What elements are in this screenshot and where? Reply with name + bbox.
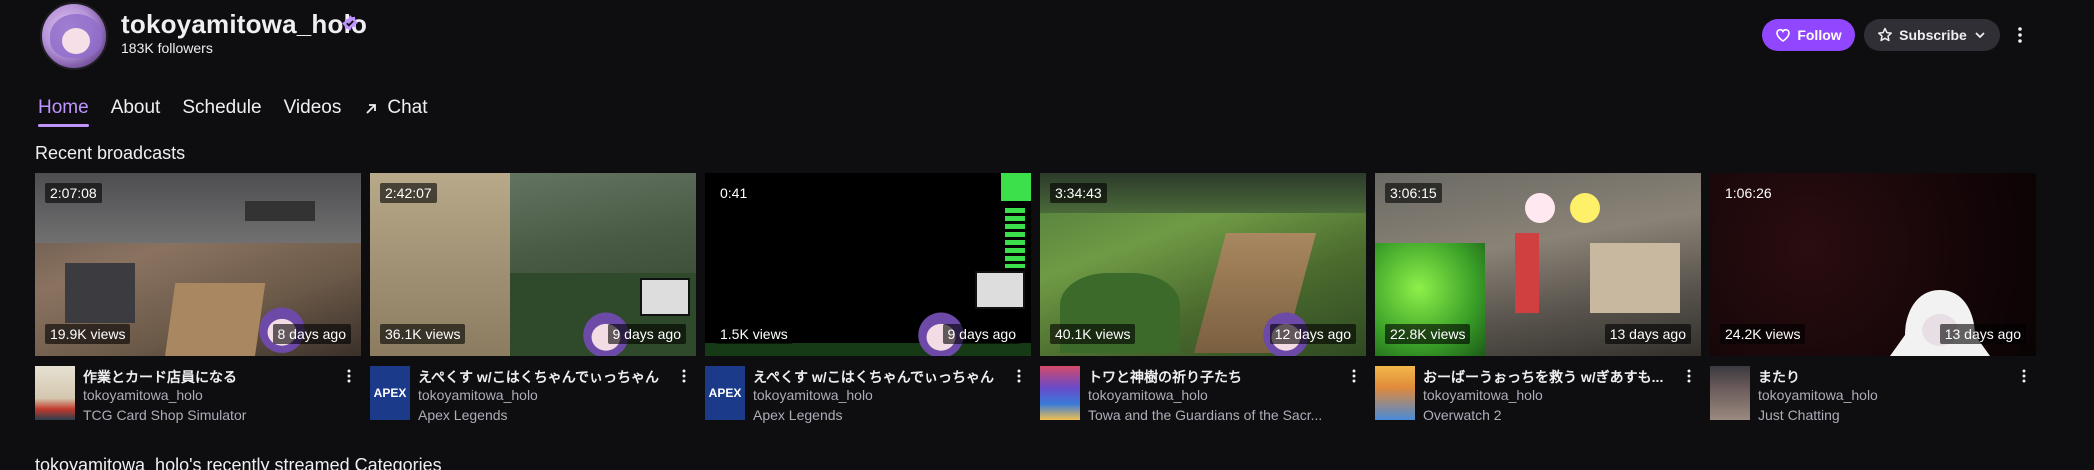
video-card[interactable]: 3:06:15 22.8K views 13 days ago おーばーうぉっち… xyxy=(1375,173,1701,433)
channel-nav: Home About Schedule Videos Chat xyxy=(38,97,449,133)
duration-badge: 2:07:08 xyxy=(45,183,102,203)
video-card[interactable]: 2:07:08 19.9K views 8 days ago 作業とカード店員に… xyxy=(35,173,361,433)
vertical-ellipsis-icon xyxy=(1687,369,1691,383)
tab-chat[interactable]: Chat xyxy=(363,97,427,131)
card-more-button[interactable] xyxy=(1009,365,1029,387)
video-channel[interactable]: tokoyamitowa_holo xyxy=(418,387,538,403)
tab-home[interactable]: Home xyxy=(38,97,89,131)
duration-badge: 3:34:43 xyxy=(1050,183,1107,203)
tab-schedule-label: Schedule xyxy=(182,97,262,118)
date-badge: 13 days ago xyxy=(1939,324,2026,344)
duration-badge: 1:06:26 xyxy=(1725,185,1772,201)
vertical-ellipsis-icon xyxy=(1017,369,1021,383)
vertical-ellipsis-icon xyxy=(347,369,351,383)
video-title[interactable]: またり xyxy=(1758,367,2008,387)
subscribe-label: Subscribe xyxy=(1899,27,1967,43)
chevron-down-icon xyxy=(1975,32,1985,39)
vertical-ellipsis-icon xyxy=(2018,27,2022,43)
date-badge: 9 days ago xyxy=(942,324,1021,344)
card-more-button[interactable] xyxy=(1344,365,1364,387)
video-channel[interactable]: tokoyamitowa_holo xyxy=(1758,387,1878,403)
views-badge: 40.1K views xyxy=(1050,324,1136,344)
date-badge: 8 days ago xyxy=(272,324,351,344)
duration-badge: 3:06:15 xyxy=(1385,183,1442,203)
video-channel[interactable]: tokoyamitowa_holo xyxy=(1088,387,1208,403)
video-card[interactable]: 0:41 1.5K views 9 days ago APEX えぺくす w/こ… xyxy=(705,173,1031,433)
views-badge: 24.2K views xyxy=(1720,324,1806,344)
views-badge: 19.9K views xyxy=(45,324,131,344)
tab-about-label: About xyxy=(110,97,161,118)
video-title[interactable]: おーばーうぉっちを救う w/ぎあすも... xyxy=(1423,367,1673,387)
vertical-ellipsis-icon xyxy=(682,369,686,383)
video-channel[interactable]: tokoyamitowa_holo xyxy=(83,387,203,403)
video-category[interactable]: Apex Legends xyxy=(753,407,1023,423)
recent-broadcasts-row: 2:07:08 19.9K views 8 days ago 作業とカード店員に… xyxy=(35,173,2036,433)
video-card[interactable]: 2:42:07 36.1K views 9 days ago APEX えぺくす… xyxy=(370,173,696,433)
section-title-recent: Recent broadcasts xyxy=(35,143,186,163)
video-card[interactable]: 3:34:43 40.1K views 12 days ago トワと神樹の祈り… xyxy=(1040,173,1366,433)
vertical-ellipsis-icon xyxy=(1352,369,1356,383)
video-category[interactable]: Overwatch 2 xyxy=(1423,407,1693,423)
star-icon xyxy=(1878,27,1893,42)
follower-count: 183K followers xyxy=(121,40,213,56)
category-thumbnail[interactable] xyxy=(1710,366,1750,420)
category-thumbnail[interactable]: APEX xyxy=(370,366,410,420)
category-thumbnail[interactable] xyxy=(35,366,75,420)
video-card[interactable]: 1:06:26 24.2K views 13 days ago またり toko… xyxy=(1710,173,2036,433)
card-more-button[interactable] xyxy=(674,365,694,387)
heart-icon xyxy=(1776,29,1791,42)
views-badge: 22.8K views xyxy=(1385,324,1471,344)
channel-header: tokoyamitowa_holo 183K followers Follow … xyxy=(0,0,2094,80)
date-badge: 13 days ago xyxy=(1604,324,1691,344)
video-title[interactable]: トワと神樹の祈り子たち xyxy=(1088,367,1338,387)
duration-badge: 0:41 xyxy=(720,185,748,201)
external-link-icon xyxy=(366,104,377,114)
category-thumbnail[interactable] xyxy=(1040,366,1080,420)
channel-name[interactable]: tokoyamitowa_holo xyxy=(121,9,367,40)
video-title[interactable]: 作業とカード店員になる xyxy=(83,367,333,387)
video-channel[interactable]: tokoyamitowa_holo xyxy=(753,387,873,403)
video-channel[interactable]: tokoyamitowa_holo xyxy=(1423,387,1543,403)
video-title[interactable]: えぺくす w/こはくちゃんでぃっちゃん xyxy=(418,367,668,387)
vertical-ellipsis-icon xyxy=(2022,369,2026,383)
channel-avatar[interactable] xyxy=(40,2,108,70)
card-more-button[interactable] xyxy=(2014,365,2034,387)
tab-videos[interactable]: Videos xyxy=(284,97,342,131)
tab-about[interactable]: About xyxy=(111,97,161,131)
more-options-button[interactable] xyxy=(2008,22,2032,48)
follow-label: Follow xyxy=(1797,27,1842,43)
category-thumbnail[interactable] xyxy=(1375,366,1415,420)
verified-icon xyxy=(342,15,358,31)
category-thumbnail[interactable]: APEX xyxy=(705,366,745,420)
video-category[interactable]: TCG Card Shop Simulator xyxy=(83,407,353,423)
video-category[interactable]: Just Chatting xyxy=(1758,407,2028,423)
views-badge: 36.1K views xyxy=(380,324,466,344)
video-category[interactable]: Apex Legends xyxy=(418,407,688,423)
tab-chat-label: Chat xyxy=(387,97,428,118)
section-title-categories: tokoyamitowa_holo's recently streamed Ca… xyxy=(35,455,442,470)
tab-schedule[interactable]: Schedule xyxy=(182,97,261,131)
card-more-button[interactable] xyxy=(1679,365,1699,387)
video-title[interactable]: えぺくす w/こはくちゃんでぃっちゃん xyxy=(753,367,1003,387)
duration-badge: 2:42:07 xyxy=(380,183,437,203)
tab-home-label: Home xyxy=(38,97,89,118)
date-badge: 9 days ago xyxy=(607,324,686,344)
tab-videos-label: Videos xyxy=(283,97,342,118)
views-badge: 1.5K views xyxy=(715,324,793,344)
date-badge: 12 days ago xyxy=(1269,324,1356,344)
video-category[interactable]: Towa and the Guardians of the Sacr... xyxy=(1088,407,1358,423)
subscribe-button[interactable]: Subscribe xyxy=(1864,19,2000,51)
card-more-button[interactable] xyxy=(339,365,359,387)
follow-button[interactable]: Follow xyxy=(1762,19,1855,51)
